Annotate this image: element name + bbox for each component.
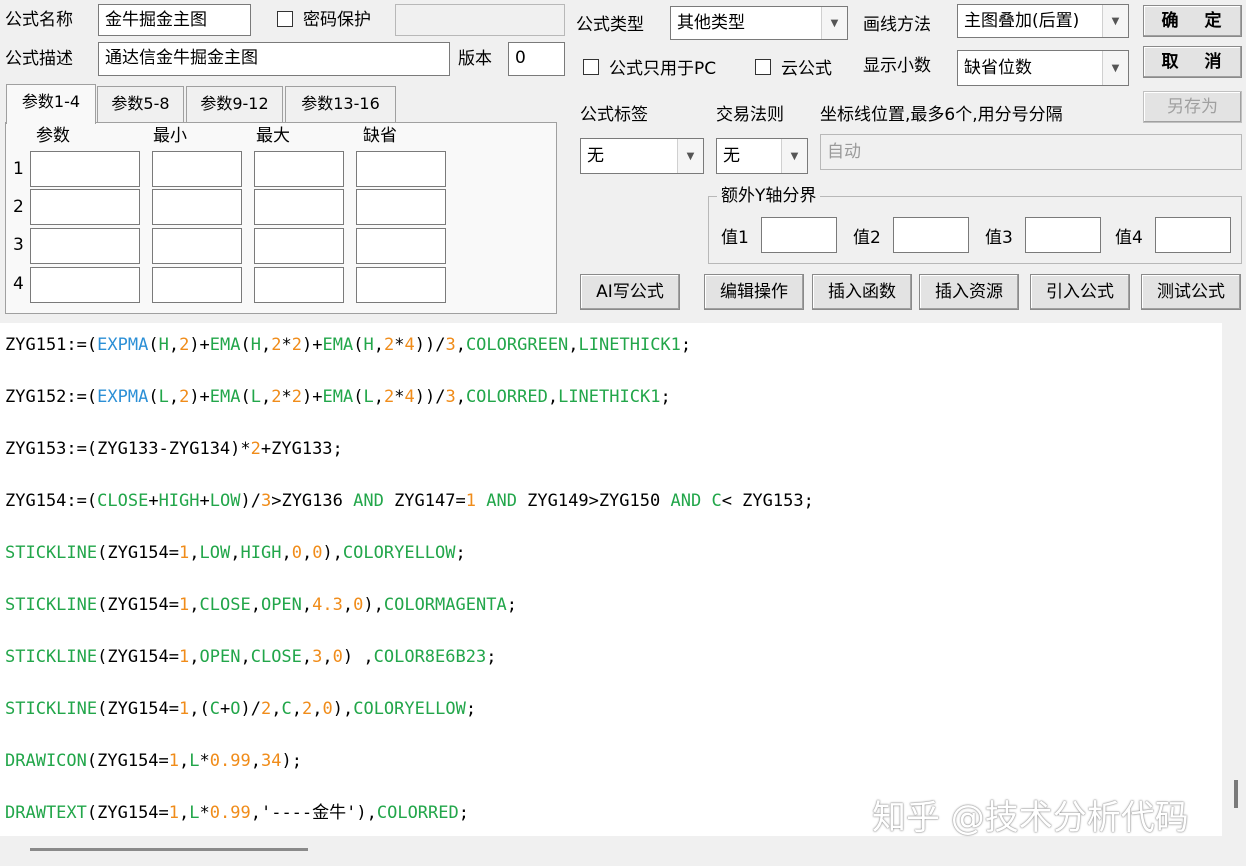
param-1-max-input[interactable] (254, 151, 344, 187)
param-2-min-input[interactable] (152, 189, 242, 225)
password-checkbox[interactable] (277, 11, 293, 27)
password-input[interactable] (395, 4, 565, 36)
version-label: 版本 (458, 49, 492, 69)
tab-params-9-12[interactable]: 参数9-12 (186, 86, 283, 122)
param-4-name-input[interactable] (30, 267, 140, 303)
y-value-4-label: 值4 (1115, 228, 1143, 248)
formula-type-select[interactable]: 其他类型 ▼ (670, 6, 848, 40)
cloud-formula-checkbox[interactable] (755, 59, 771, 75)
y-value-1-label: 值1 (721, 228, 749, 248)
param-3-max-input[interactable] (254, 228, 344, 264)
param-row-number: 4 (13, 274, 24, 294)
extra-y-axis-title: 额外Y轴分界 (717, 185, 821, 207)
code-line: ZYG153:=(ZYG133-ZYG134)*2+ZYG133; (5, 439, 343, 459)
desc-label: 公式描述 (5, 49, 73, 69)
rule-select[interactable]: 无 ▼ (716, 138, 808, 174)
y-value-3-label: 值3 (985, 228, 1013, 248)
param-1-name-input[interactable] (30, 151, 140, 187)
code-line: ZYG151:=(EXPMA(H,2)+EMA(H,2*2)+EMA(H,2*4… (5, 335, 692, 355)
param-row-number: 1 (13, 159, 24, 179)
tag-label: 公式标签 (580, 105, 648, 125)
rule-label: 交易法则 (716, 105, 784, 125)
y-value-2-label: 值2 (853, 228, 881, 248)
code-editor[interactable]: ZYG151:=(EXPMA(H,2)+EMA(H,2*2)+EMA(H,2*4… (0, 323, 1222, 836)
horizontal-scrollbar-thumb[interactable] (30, 848, 308, 851)
chevron-down-icon: ▼ (821, 7, 847, 39)
tab-params-13-16[interactable]: 参数13-16 (285, 86, 396, 122)
chevron-down-icon: ▼ (781, 139, 807, 173)
chevron-down-icon: ▼ (677, 139, 703, 173)
param-1-min-input[interactable] (152, 151, 242, 187)
vertical-scrollbar-thumb[interactable] (1234, 780, 1238, 808)
code-line: ZYG152:=(EXPMA(L,2)+EMA(L,2*2)+EMA(L,2*4… (5, 387, 671, 407)
y-value-2-input[interactable] (893, 217, 969, 253)
name-label: 公式名称 (5, 10, 73, 30)
param-2-max-input[interactable] (254, 189, 344, 225)
code-line: DRAWICON(ZYG154=1,L*0.99,34); (5, 751, 302, 771)
pc-only-checkbox[interactable] (583, 59, 599, 75)
cloud-formula-label: 云公式 (781, 59, 832, 79)
decimal-select[interactable]: 缺省位数 ▼ (957, 50, 1129, 86)
chevron-down-icon: ▼ (1102, 51, 1128, 85)
extra-y-axis-group: 额外Y轴分界 值1 值2 值3 值4 (708, 185, 1242, 264)
rule-value: 无 (723, 146, 740, 166)
ai-write-formula-button[interactable]: AI写公式 (580, 274, 680, 310)
code-line: STICKLINE(ZYG154=1,CLOSE,OPEN,4.3,0),COL… (5, 595, 517, 615)
decimal-label: 显示小数 (863, 56, 931, 76)
ok-button[interactable]: 确 定 (1143, 5, 1242, 37)
chevron-down-icon: ▼ (1102, 5, 1128, 37)
param-row-number: 2 (13, 197, 24, 217)
param-2-name-input[interactable] (30, 189, 140, 225)
cancel-button[interactable]: 取 消 (1143, 46, 1242, 78)
pc-only-label: 公式只用于PC (609, 59, 717, 79)
decimal-value: 缺省位数 (964, 58, 1032, 78)
insert-function-button[interactable]: 插入函数 (812, 274, 912, 310)
formula-desc-input[interactable]: 通达信金牛掘金主图 (98, 42, 450, 76)
code-line: STICKLINE(ZYG154=1,OPEN,CLOSE,3,0) ,COLO… (5, 647, 497, 667)
param-1-default-input[interactable] (356, 151, 446, 187)
import-formula-button[interactable]: 引入公式 (1030, 274, 1130, 310)
y-value-1-input[interactable] (761, 217, 837, 253)
y-value-3-input[interactable] (1025, 217, 1101, 253)
param-3-min-input[interactable] (152, 228, 242, 264)
code-line: STICKLINE(ZYG154=1,(C+O)/2,C,2,0),COLORY… (5, 699, 477, 719)
param-2-default-input[interactable] (356, 189, 446, 225)
test-formula-button[interactable]: 测试公式 (1141, 274, 1241, 310)
code-line: STICKLINE(ZYG154=1,LOW,HIGH,0,0),COLORYE… (5, 543, 466, 563)
y-value-4-input[interactable] (1155, 217, 1231, 253)
param-3-name-input[interactable] (30, 228, 140, 264)
param-4-default-input[interactable] (356, 267, 446, 303)
insert-resource-button[interactable]: 插入资源 (919, 274, 1019, 310)
tag-select[interactable]: 无 ▼ (580, 138, 704, 174)
param-header-max: 最大 (256, 126, 290, 146)
save-as-button[interactable]: 另存为 (1143, 91, 1242, 123)
draw-method-value: 主图叠加(后置) (964, 11, 1080, 31)
param-row-number: 3 (13, 235, 24, 255)
tab-params-5-8[interactable]: 参数5-8 (97, 86, 184, 122)
param-header-default: 缺省 (363, 126, 397, 146)
param-4-min-input[interactable] (152, 267, 242, 303)
param-4-max-input[interactable] (254, 267, 344, 303)
watermark: 知乎 @技术分析代码 (872, 798, 1189, 838)
formula-type-value: 其他类型 (677, 13, 745, 33)
coord-input[interactable]: 自动 (820, 134, 1242, 170)
tab-params-1-4[interactable]: 参数1-4 (6, 84, 96, 124)
draw-method-label: 画线方法 (863, 15, 931, 35)
code-line: DRAWTEXT(ZYG154=1,L*0.99,'----金牛'),COLOR… (5, 803, 469, 823)
formula-type-label: 公式类型 (576, 15, 644, 35)
params-panel: 参数 最小 最大 缺省 1 2 3 4 (5, 122, 557, 314)
param-header-name: 参数 (36, 126, 70, 146)
version-input[interactable]: 0 (508, 42, 565, 76)
tag-value: 无 (587, 146, 604, 166)
password-label: 密码保护 (303, 10, 371, 30)
code-line: ZYG154:=(CLOSE+HIGH+LOW)/3>ZYG136 AND ZY… (5, 491, 814, 511)
draw-method-select[interactable]: 主图叠加(后置) ▼ (957, 4, 1129, 38)
param-3-default-input[interactable] (356, 228, 446, 264)
coord-label: 坐标线位置,最多6个,用分号分隔 (820, 105, 1063, 125)
edit-operation-button[interactable]: 编辑操作 (704, 274, 804, 310)
formula-name-input[interactable]: 金牛掘金主图 (98, 4, 251, 36)
param-header-min: 最小 (153, 126, 187, 146)
